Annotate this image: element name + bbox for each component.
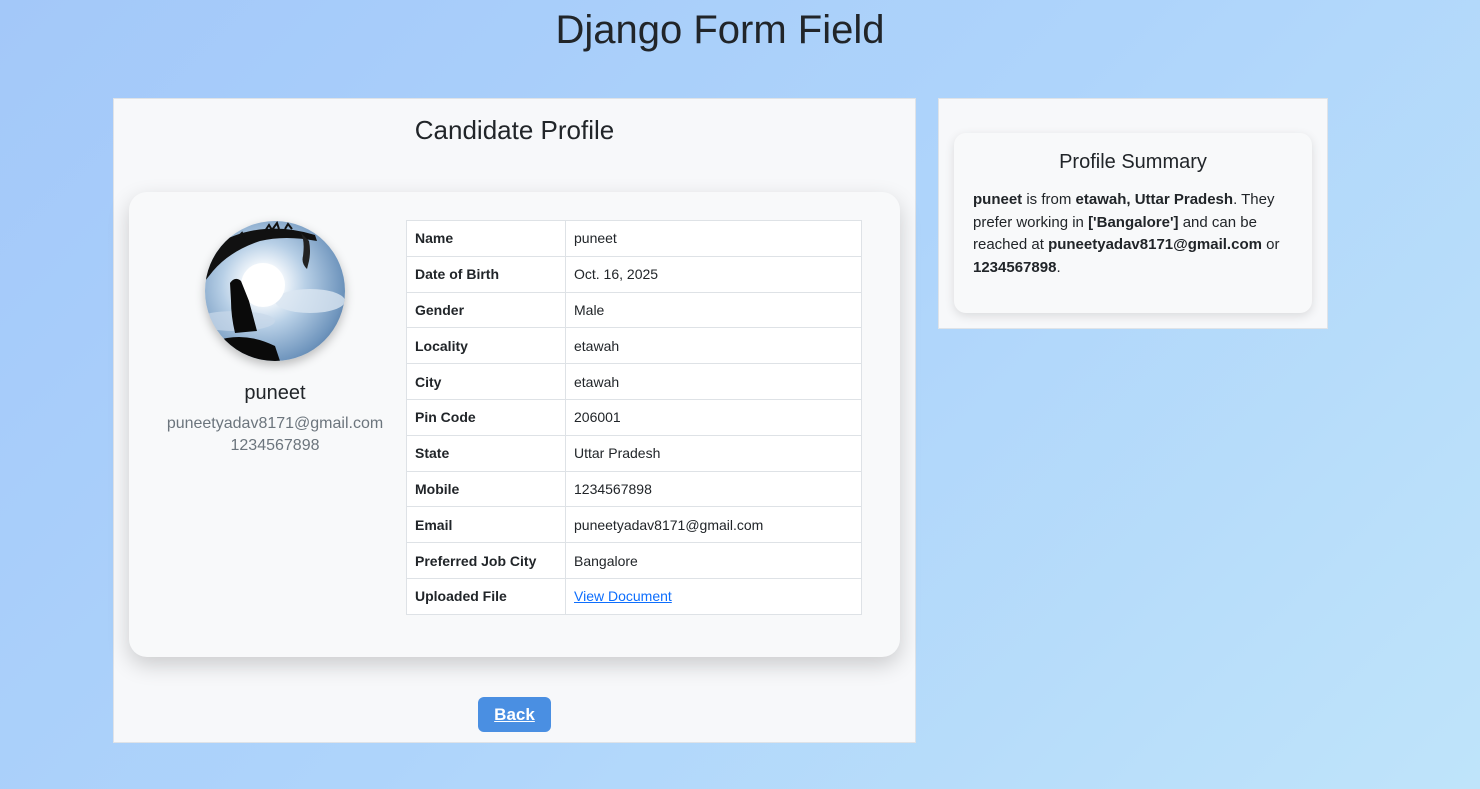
row-value: Bangalore	[565, 542, 862, 579]
row-value: puneet	[565, 220, 862, 257]
summary-text-part: or	[1261, 236, 1280, 253]
avatar	[205, 221, 345, 361]
profile-name: puneet	[244, 382, 306, 404]
view-document-link[interactable]: View Document	[574, 588, 672, 604]
table-row: Locality etawah	[406, 327, 862, 365]
row-label: State	[406, 434, 566, 472]
table-row: State Uttar Pradesh	[406, 434, 862, 472]
summary-location: etawah, Uttar Pradesh	[1075, 191, 1234, 208]
table-row: Name puneet	[406, 220, 862, 257]
row-label: Uploaded File	[406, 577, 566, 615]
candidate-profile-panel: Candidate Profile puneet puneetyadav8171…	[113, 98, 916, 743]
summary-heading: Profile Summary	[1059, 151, 1207, 173]
profile-card: puneet puneetyadav8171@gmail.com 1234567…	[129, 192, 900, 657]
table-row: City etawah	[406, 363, 862, 400]
back-button[interactable]: Back	[478, 697, 551, 732]
row-value: 1234567898	[565, 470, 862, 508]
row-value: puneetyadav8171@gmail.com	[565, 506, 862, 544]
row-value: Uttar Pradesh	[565, 434, 862, 472]
table-row: Uploaded File View Document	[406, 577, 862, 615]
row-label: Gender	[406, 291, 566, 329]
table-row: Mobile 1234567898	[406, 470, 862, 508]
row-label: Mobile	[406, 470, 566, 508]
profile-email: puneetyadav8171@gmail.com	[166, 415, 384, 432]
row-value: etawah	[565, 327, 862, 365]
summary-cities: ['Bangalore']	[1088, 213, 1179, 231]
row-label: Date of Birth	[406, 255, 566, 293]
row-label: City	[406, 363, 566, 400]
table-row: Pin Code 206001	[406, 398, 862, 436]
row-label: Email	[406, 506, 566, 544]
row-label: Preferred Job City	[406, 542, 566, 579]
table-row: Gender Male	[406, 291, 862, 329]
row-value-cell: View Document	[565, 577, 862, 615]
details-table: Name puneet Date of Birth Oct. 16, 2025 …	[406, 220, 862, 615]
summary-phone: 1234567898	[973, 258, 1057, 276]
profile-photo-icon	[205, 221, 345, 361]
profile-summary-panel: Profile Summary puneet is from etawah, U…	[938, 98, 1328, 329]
profile-phone: 1234567898	[230, 437, 320, 454]
row-label: Name	[406, 220, 566, 257]
table-row: Date of Birth Oct. 16, 2025	[406, 255, 862, 293]
summary-email: puneetyadav8171@gmail.com	[1048, 236, 1262, 253]
summary-name: puneet	[973, 191, 1023, 208]
row-label: Locality	[406, 327, 566, 365]
summary-text-part: is from	[1022, 191, 1076, 208]
candidate-profile-heading: Candidate Profile	[414, 115, 615, 145]
table-row: Preferred Job City Bangalore	[406, 542, 862, 579]
row-label: Pin Code	[406, 398, 566, 436]
row-value: etawah	[565, 363, 862, 400]
row-value: Oct. 16, 2025	[565, 255, 862, 293]
table-row: Email puneetyadav8171@gmail.com	[406, 506, 862, 544]
summary-text: puneet is from etawah, Uttar Pradesh. Th…	[973, 189, 1298, 279]
page-title: Django Form Field	[555, 8, 885, 52]
row-value: Male	[565, 291, 862, 329]
summary-card: Profile Summary puneet is from etawah, U…	[954, 133, 1312, 313]
row-value: 206001	[565, 398, 862, 436]
summary-text-part: .	[1056, 258, 1061, 276]
